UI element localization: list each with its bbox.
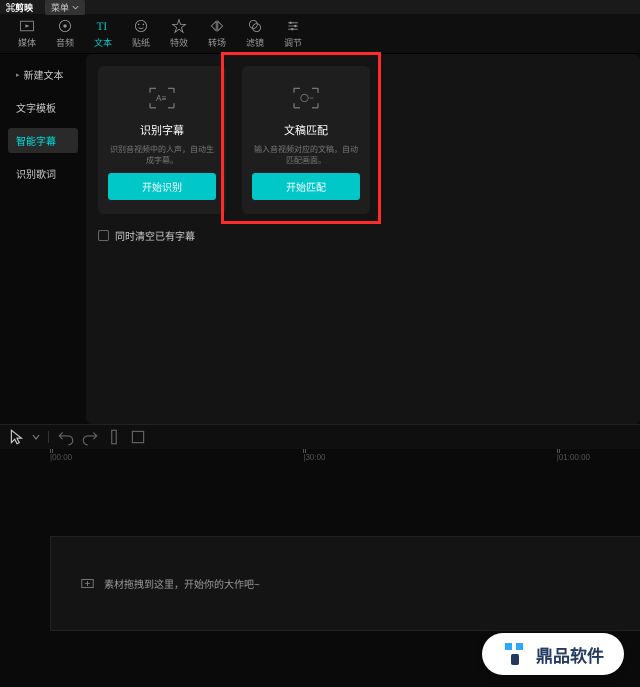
undo-button[interactable] (57, 428, 75, 446)
text-icon: TI (95, 18, 111, 34)
tab-media[interactable]: 媒体 (8, 18, 46, 49)
watermark: 鼎品软件 (482, 633, 624, 675)
redo-button[interactable] (81, 428, 99, 446)
tab-sticker[interactable]: 贴纸 (122, 18, 160, 49)
time-marker: |00:00 (50, 453, 72, 462)
split-button[interactable] (105, 428, 123, 446)
dropdown-icon[interactable] (32, 433, 40, 441)
titlebar: ⌘剪映 菜单 (0, 0, 640, 14)
timeline[interactable]: 素材拖拽到这里，开始你的大作吧~ 鼎品软件 (0, 466, 640, 687)
start-recognize-button[interactable]: 开始识别 (108, 173, 216, 200)
sidebar-item-smart-sub[interactable]: 智能字幕 (8, 128, 78, 153)
subtitle-icon: A≡ (147, 86, 177, 110)
checkbox[interactable] (98, 230, 109, 241)
svg-text:TI: TI (97, 21, 108, 33)
card-title: 文稿匹配 (284, 122, 328, 138)
fx-icon (171, 18, 187, 34)
menu-button[interactable]: 菜单 (45, 0, 85, 15)
sidebar-item-template[interactable]: 文字模板 (8, 95, 78, 120)
timeline-ruler[interactable]: |00:00 |30:00 |01:00:00 (0, 448, 640, 466)
tab-filter[interactable]: 滤镜 (236, 18, 274, 49)
select-tool[interactable] (8, 428, 26, 446)
card-recognize: A≡ 识别字幕 识别音视频中的人声，自动生成字幕。 开始识别 (98, 66, 226, 214)
card-desc: 识别音视频中的人声，自动生成字幕。 (108, 144, 216, 167)
card-title: 识别字幕 (140, 122, 184, 138)
tab-fx[interactable]: 特效 (160, 18, 198, 49)
card-desc: 输入音视频对应的文稿，自动匹配画面。 (252, 144, 360, 167)
sticker-icon (133, 18, 149, 34)
tab-transition[interactable]: 转场 (198, 18, 236, 49)
timeline-placeholder: 素材拖拽到这里，开始你的大作吧~ (104, 576, 260, 591)
timeline-track[interactable]: 素材拖拽到这里，开始你的大作吧~ (50, 536, 640, 631)
tab-text[interactable]: TI 文本 (84, 18, 122, 49)
transition-icon (209, 18, 225, 34)
adjust-icon (285, 18, 301, 34)
workspace: 新建文本 文字模板 智能字幕 识别歌词 A≡ 识别字幕 识别音视频中的人声，自动… (0, 54, 640, 424)
edit-toolbar (0, 424, 640, 448)
clear-subtitles-row[interactable]: 同时清空已有字幕 (98, 228, 628, 243)
brand-icon (502, 641, 528, 667)
card-match: 文稿匹配 输入音视频对应的文稿，自动匹配画面。 开始匹配 (242, 66, 370, 214)
sidebar: 新建文本 文字模板 智能字幕 识别歌词 (0, 54, 86, 424)
top-toolbar: 媒体 音频 TI 文本 贴纸 特效 转场 滤镜 调节 (0, 14, 640, 54)
time-marker: |01:00:00 (557, 453, 590, 462)
time-marker: |30:00 (303, 453, 325, 462)
brand-text: 鼎品软件 (536, 642, 604, 667)
sidebar-item-lyrics[interactable]: 识别歌词 (8, 161, 78, 186)
sidebar-item-new-text[interactable]: 新建文本 (8, 62, 78, 87)
content-panel: A≡ 识别字幕 识别音视频中的人声，自动生成字幕。 开始识别 文稿匹配 输入音视… (86, 54, 640, 424)
tab-audio[interactable]: 音频 (46, 18, 84, 49)
chevron-down-icon (72, 4, 79, 11)
start-match-button[interactable]: 开始匹配 (252, 173, 360, 200)
match-icon (291, 86, 321, 110)
app-logo: ⌘剪映 (6, 1, 33, 14)
audio-icon (57, 18, 73, 34)
add-media-icon (81, 577, 94, 590)
tab-adjust[interactable]: 调节 (274, 18, 312, 49)
crop-button[interactable] (129, 428, 147, 446)
media-icon (19, 18, 35, 34)
checkbox-label: 同时清空已有字幕 (115, 228, 195, 243)
svg-text:A≡: A≡ (156, 94, 167, 103)
filter-icon (247, 18, 263, 34)
